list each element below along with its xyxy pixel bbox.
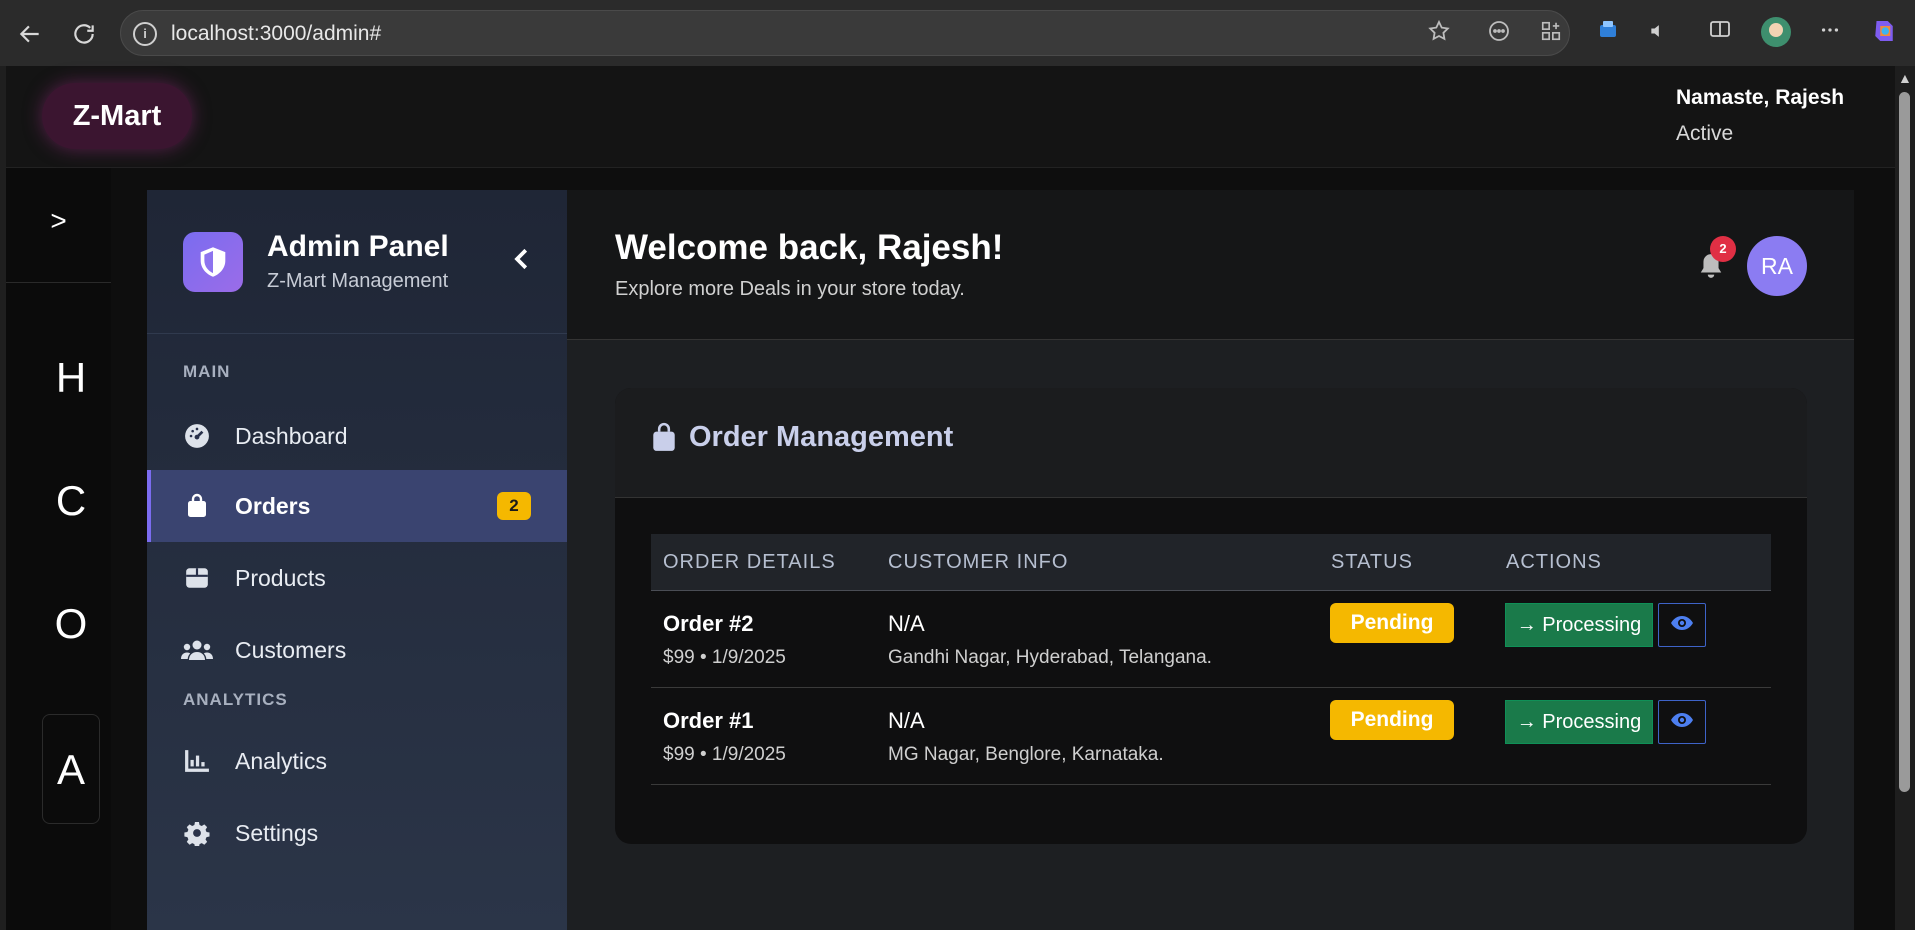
card-header: Order Management: [615, 388, 1807, 498]
shopping-bag-icon: [651, 422, 679, 456]
site-info-icon[interactable]: i: [133, 22, 157, 46]
customer-address: MG Nagar, Benglore, Karnataka.: [888, 744, 1164, 765]
customer-name: N/A: [888, 708, 925, 733]
reload-icon[interactable]: [64, 14, 104, 54]
favorite-star-icon[interactable]: [1423, 19, 1455, 51]
gear-icon: [183, 819, 211, 847]
main-topbar: Welcome back, Rajesh! Explore more Deals…: [567, 190, 1854, 340]
chart-bar-icon: [183, 747, 211, 775]
menu-dots-icon[interactable]: [1812, 16, 1848, 52]
rail-item-h[interactable]: H: [42, 328, 100, 428]
profile-avatar-icon[interactable]: [1758, 16, 1794, 52]
avatar[interactable]: RA: [1747, 236, 1807, 296]
welcome-subtitle: Explore more Deals in your store today.: [615, 278, 965, 300]
card-title: Order Management: [689, 421, 954, 453]
address-bar[interactable]: i localhost:3000/admin#: [120, 10, 1570, 56]
table-row: Order #2 $99 • 1/9/2025 N/A Gandhi Nagar…: [651, 591, 1771, 688]
view-order-button[interactable]: [1658, 603, 1706, 647]
mark-processing-button[interactable]: → Processing: [1505, 700, 1653, 744]
sidebar-item-products[interactable]: Products: [147, 542, 567, 614]
admin-sidebar: Admin Panel Z-Mart Management MAIN Dashb…: [147, 190, 567, 930]
sidebar-header: Admin Panel Z-Mart Management: [147, 190, 567, 334]
mark-processing-button[interactable]: → Processing: [1505, 603, 1653, 647]
rail-item-o[interactable]: O: [42, 574, 100, 674]
browser-toolbar: i localhost:3000/admin#: [0, 0, 1915, 66]
split-screen-icon[interactable]: [1702, 16, 1738, 52]
collapse-chevron-icon[interactable]: [507, 244, 537, 280]
eye-icon: [1670, 711, 1694, 734]
section-label-analytics: ANALYTICS: [183, 690, 288, 709]
speaker-icon[interactable]: [1640, 16, 1676, 52]
status-badge: Pending: [1330, 603, 1454, 643]
shield-icon: [183, 232, 243, 292]
sidebar-item-label: Settings: [235, 819, 319, 846]
order-id: Order #2: [663, 611, 754, 636]
eye-icon: [1670, 614, 1694, 637]
sidebar-item-analytics[interactable]: Analytics: [147, 725, 567, 797]
table-row: Order #1 $99 • 1/9/2025 N/A MG Nagar, Be…: [651, 688, 1771, 785]
main-content: Welcome back, Rajesh! Explore more Deals…: [567, 190, 1854, 930]
extension-icon[interactable]: [1590, 16, 1626, 52]
order-management-card: Order Management ORDER DETAILS CUSTOMER …: [615, 388, 1807, 844]
sidebar-item-label: Customers: [235, 636, 347, 663]
order-meta: $99 • 1/9/2025: [663, 744, 786, 765]
more-options-circle-icon[interactable]: [1483, 19, 1515, 51]
status-badge: Pending: [1330, 700, 1454, 740]
rail-item-c[interactable]: C: [42, 451, 100, 551]
scrollbar-thumb[interactable]: [1899, 92, 1910, 792]
box-icon: [183, 564, 211, 592]
url-text[interactable]: localhost:3000/admin#: [171, 22, 381, 46]
sidebar-item-settings[interactable]: Settings: [147, 797, 567, 869]
scroll-up-arrow-icon[interactable]: ▲: [1898, 70, 1912, 86]
column-header-customer-info[interactable]: CUSTOMER INFO: [888, 551, 1068, 574]
sidebar-item-orders[interactable]: Orders 2: [147, 470, 567, 542]
sidebar-item-customers[interactable]: Customers: [147, 614, 567, 686]
order-meta: $99 • 1/9/2025: [663, 647, 786, 668]
users-icon: [181, 636, 213, 664]
column-header-status[interactable]: STATUS: [1331, 551, 1413, 574]
welcome-heading: Welcome back, Rajesh!: [615, 228, 1004, 267]
app-install-icon[interactable]: [1535, 19, 1567, 51]
section-label-main: MAIN: [183, 362, 231, 381]
sidebar-item-label: Products: [235, 564, 326, 591]
brand-logo[interactable]: Z-Mart: [42, 83, 192, 149]
sidebar-item-label: Dashboard: [235, 422, 348, 449]
rail-item-a[interactable]: A: [42, 714, 100, 824]
user-greeting: Namaste, Rajesh: [1676, 86, 1845, 109]
column-header-order-details[interactable]: ORDER DETAILS: [663, 551, 836, 574]
sidebar-subtitle: Z-Mart Management: [267, 270, 449, 292]
copilot-icon[interactable]: [1866, 16, 1902, 52]
column-header-actions[interactable]: ACTIONS: [1506, 551, 1602, 574]
customer-name: N/A: [888, 611, 925, 636]
shopping-bag-icon: [183, 492, 211, 520]
rail-expand-toggle[interactable]: >: [6, 168, 111, 283]
user-status: Active: [1676, 122, 1734, 145]
mini-rail: > H C O A: [6, 168, 111, 930]
sidebar-item-label: Orders: [235, 492, 311, 519]
sidebar-item-dashboard[interactable]: Dashboard: [147, 400, 567, 472]
back-arrow-icon[interactable]: [10, 14, 50, 54]
order-id: Order #1: [663, 708, 754, 733]
sidebar-title: Admin Panel: [267, 230, 449, 263]
customer-address: Gandhi Nagar, Hyderabad, Telangana.: [888, 647, 1212, 668]
notification-count-badge: 2: [1710, 236, 1736, 262]
gauge-icon: [183, 422, 211, 450]
view-order-button[interactable]: [1658, 700, 1706, 744]
sidebar-item-label: Analytics: [235, 747, 328, 774]
app-header: Z-Mart Namaste, Rajesh Active: [6, 66, 1895, 168]
orders-count-badge: 2: [497, 492, 531, 520]
table-header: ORDER DETAILS CUSTOMER INFO STATUS ACTIO…: [651, 534, 1771, 591]
